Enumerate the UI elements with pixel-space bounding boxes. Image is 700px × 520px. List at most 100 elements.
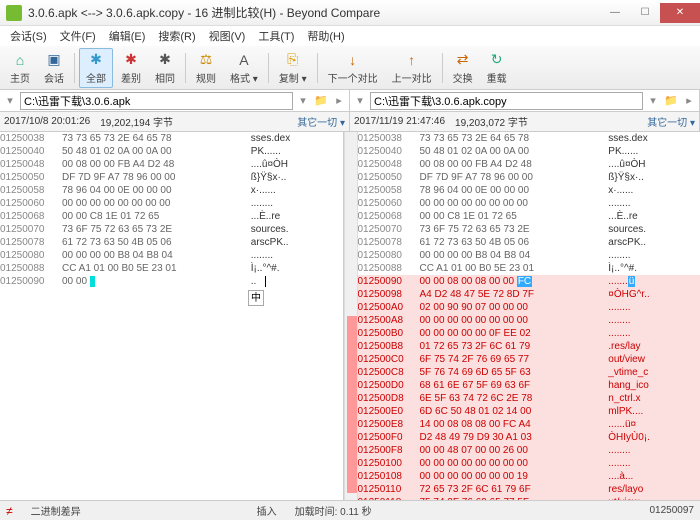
- maximize-button[interactable]: ☐: [630, 3, 660, 23]
- hex-row[interactable]: 01250050 DF 7D 9F A7 78 96 00 00 ß}Ÿ§x·.…: [0, 171, 343, 184]
- hex-row[interactable]: 012500D8 6E 5F 63 74 72 6C 2E 78 n_ctrl.…: [358, 392, 700, 405]
- menu-item[interactable]: 工具(T): [252, 26, 300, 46]
- hex-bytes: DF 7D 9F A7 78 96 00 00: [62, 171, 248, 184]
- toolbar-button-复制[interactable]: ⎘复制 ▾: [273, 49, 313, 87]
- toolbar-button-会话[interactable]: ▣会话: [38, 49, 70, 87]
- left-misc-dropdown[interactable]: 其它一切 ▾: [297, 114, 345, 129]
- toolbar-button-下一个对比[interactable]: ↓下一个对比: [322, 49, 384, 87]
- history-dropdown-icon[interactable]: ▾: [295, 93, 311, 109]
- hex-row[interactable]: 01250038 73 73 65 73 2E 64 65 78 sses.de…: [0, 132, 343, 145]
- hex-address: 012500D0: [358, 379, 420, 392]
- hex-row[interactable]: 01250118 75 74 2F 76 69 65 77 5F ut/view…: [358, 496, 700, 500]
- hex-row[interactable]: 012500E0 6D 6C 50 48 01 02 14 00 mlPK...…: [358, 405, 700, 418]
- hex-row[interactable]: 01250090 00 00 ..: [0, 275, 343, 288]
- minimize-button[interactable]: —: [600, 3, 630, 23]
- hex-row[interactable]: 012500A8 00 00 00 00 00 00 00 00 .......…: [358, 314, 700, 327]
- hex-row[interactable]: 01250080 00 00 00 00 B8 04 B8 04 .......…: [0, 249, 343, 262]
- menu-item[interactable]: 视图(V): [203, 26, 252, 46]
- toolbar-label: 规则: [196, 70, 216, 85]
- hex-address: 01250078: [0, 236, 62, 249]
- left-hex-pane[interactable]: 01250038 73 73 65 73 2E 64 65 78 sses.de…: [0, 132, 344, 500]
- hex-row[interactable]: 01250048 00 08 00 00 FB A4 D2 48 ....û¤Ò…: [358, 158, 700, 171]
- toolbar-label: 下一个对比: [328, 70, 378, 85]
- hex-row[interactable]: 012500F0 D2 48 49 79 D9 30 A1 03 ÒHIyÙ0¡…: [358, 431, 700, 444]
- hex-row[interactable]: 01250090 00 00 08 00 08 00 00 FC .......…: [358, 275, 700, 288]
- hex-bytes: A4 D2 48 47 5E 72 8D 7F: [420, 288, 606, 301]
- right-path-input[interactable]: [370, 92, 643, 110]
- hex-ascii: out/view: [606, 353, 645, 366]
- hex-row[interactable]: 01250048 00 08 00 00 FB A4 D2 48 ....û¤Ò…: [0, 158, 343, 171]
- hex-ascii: sses.dex: [606, 132, 648, 145]
- toolbar-button-重载[interactable]: ↻重载: [481, 49, 513, 87]
- browse-icon[interactable]: ▸: [681, 93, 697, 109]
- hex-row[interactable]: 01250068 00 00 C8 1E 01 72 65 ...È..re: [0, 210, 343, 223]
- hex-address: 01250040: [0, 145, 62, 158]
- hex-row[interactable]: 012500A0 02 00 90 90 07 00 00 00 .......…: [358, 301, 700, 314]
- hex-row[interactable]: 01250070 73 6F 75 72 63 65 73 2E sources…: [0, 223, 343, 236]
- toolbar-button-差别[interactable]: ✱差别: [115, 49, 147, 87]
- hex-bytes: 00 00 00 00 00 00 00 00: [420, 457, 606, 470]
- hex-ascii: ...È..re: [606, 210, 638, 223]
- toolbar-label: 重载: [487, 70, 507, 85]
- hex-ascii: sources.: [248, 223, 289, 236]
- hex-row[interactable]: 01250088 CC A1 01 00 B0 5E 23 01 Ì¡..°^#…: [358, 262, 700, 275]
- toolbar-button-主页[interactable]: ⌂主页: [4, 49, 36, 87]
- hex-row[interactable]: 01250060 00 00 00 00 00 00 00 00 .......…: [0, 197, 343, 210]
- left-path-input[interactable]: [20, 92, 293, 110]
- hex-row[interactable]: 01250060 00 00 00 00 00 00 00 00 .......…: [358, 197, 700, 210]
- close-button[interactable]: ✕: [660, 3, 700, 23]
- menu-item[interactable]: 文件(F): [54, 26, 102, 46]
- hex-row[interactable]: 01250078 61 72 73 63 50 4B 05 06 arscPK.…: [358, 236, 700, 249]
- toolbar-button-上一对比[interactable]: ↑上一对比: [386, 49, 438, 87]
- diff-gutter[interactable]: [344, 132, 358, 500]
- hex-row[interactable]: 01250078 61 72 73 63 50 4B 05 06 arscPK.…: [0, 236, 343, 249]
- hex-row[interactable]: 01250038 73 73 65 73 2E 64 65 78 sses.de…: [358, 132, 700, 145]
- toolbar-button-规则[interactable]: ⚖规则: [190, 49, 222, 87]
- hex-row[interactable]: 01250080 00 00 00 00 B8 04 B8 04 .......…: [358, 249, 700, 262]
- hex-bytes: 68 61 6E 67 5F 69 63 6F: [420, 379, 606, 392]
- hex-row[interactable]: 01250098 A4 D2 48 47 5E 72 8D 7F ¤ÒHG^r.…: [358, 288, 700, 301]
- hex-address: 01250050: [0, 171, 62, 184]
- hex-row[interactable]: 01250100 00 00 00 00 00 00 00 00 .......…: [358, 457, 700, 470]
- toolbar-button-相同[interactable]: ✱相同: [149, 49, 181, 87]
- dropdown-icon[interactable]: ▾: [2, 93, 18, 109]
- hex-row[interactable]: 012500B0 00 00 00 00 00 0F EE 02 .......…: [358, 327, 700, 340]
- hex-ascii: ....û¤ÒH: [248, 158, 288, 171]
- hex-row[interactable]: 01250110 72 65 73 2F 6C 61 79 6F res/lay…: [358, 483, 700, 496]
- compare-area: 01250038 73 73 65 73 2E 64 65 78 sses.de…: [0, 132, 700, 500]
- menu-item[interactable]: 帮助(H): [301, 26, 350, 46]
- hex-row[interactable]: 01250040 50 48 01 02 0A 00 0A 00 PK.....…: [358, 145, 700, 158]
- right-hex-pane[interactable]: 01250038 73 73 65 73 2E 64 65 78 sses.de…: [358, 132, 700, 500]
- toolbar-button-交换[interactable]: ⇄交换: [447, 49, 479, 87]
- hex-row[interactable]: 01250058 78 96 04 00 0E 00 00 00 x·.....…: [358, 184, 700, 197]
- hex-row[interactable]: 01250050 DF 7D 9F A7 78 96 00 00 ß}Ÿ§x·.…: [358, 171, 700, 184]
- hex-row[interactable]: 012500E8 14 00 08 08 08 00 FC A4 ......ü…: [358, 418, 700, 431]
- hex-row[interactable]: 01250058 78 96 04 00 0E 00 00 00 x·.....…: [0, 184, 343, 197]
- menu-item[interactable]: 搜索(R): [152, 26, 201, 46]
- hex-row[interactable]: 012500F8 00 00 48 07 00 00 26 00 .......…: [358, 444, 700, 457]
- toolbar-button-全部[interactable]: ✱全部: [79, 48, 113, 88]
- hex-row[interactable]: 01250088 CC A1 01 00 B0 5E 23 01 Ì¡..°^#…: [0, 262, 343, 275]
- browse-icon[interactable]: ▸: [331, 93, 347, 109]
- hex-row[interactable]: 01250040 50 48 01 02 0A 00 0A 00 PK.....…: [0, 145, 343, 158]
- open-folder-icon[interactable]: 📁: [313, 93, 329, 109]
- hex-address: 01250100: [358, 457, 420, 470]
- open-folder-icon[interactable]: 📁: [663, 93, 679, 109]
- hex-row[interactable]: 012500B8 01 72 65 73 2F 6C 61 79 .res/la…: [358, 340, 700, 353]
- toolbar-button-格式[interactable]: A格式 ▾: [224, 49, 264, 87]
- toolbar-icon: ✱: [156, 51, 174, 69]
- menu-item[interactable]: 编辑(E): [103, 26, 152, 46]
- hex-row[interactable]: 01250068 00 00 C8 1E 01 72 65 ...È..re: [358, 210, 700, 223]
- hex-bytes: 14 00 08 08 08 00 FC A4: [420, 418, 606, 431]
- hex-row[interactable]: 012500C8 5F 76 74 69 6D 65 5F 63 _vtime_…: [358, 366, 700, 379]
- hex-row[interactable]: 012500C0 6F 75 74 2F 76 69 65 77 out/vie…: [358, 353, 700, 366]
- hex-row[interactable]: 01250070 73 6F 75 72 63 65 73 2E sources…: [358, 223, 700, 236]
- history-dropdown-icon[interactable]: ▾: [645, 93, 661, 109]
- hex-ascii: ........: [248, 197, 273, 210]
- right-misc-dropdown[interactable]: 其它一切 ▾: [647, 114, 695, 129]
- dropdown-icon[interactable]: ▾: [352, 93, 368, 109]
- menu-item[interactable]: 会话(S): [4, 26, 53, 46]
- hex-row[interactable]: 01250108 00 00 00 00 00 00 00 19 ....à..…: [358, 470, 700, 483]
- hex-bytes: D2 48 49 79 D9 30 A1 03: [420, 431, 606, 444]
- hex-row[interactable]: 012500D0 68 61 6E 67 5F 69 63 6F hang_ic…: [358, 379, 700, 392]
